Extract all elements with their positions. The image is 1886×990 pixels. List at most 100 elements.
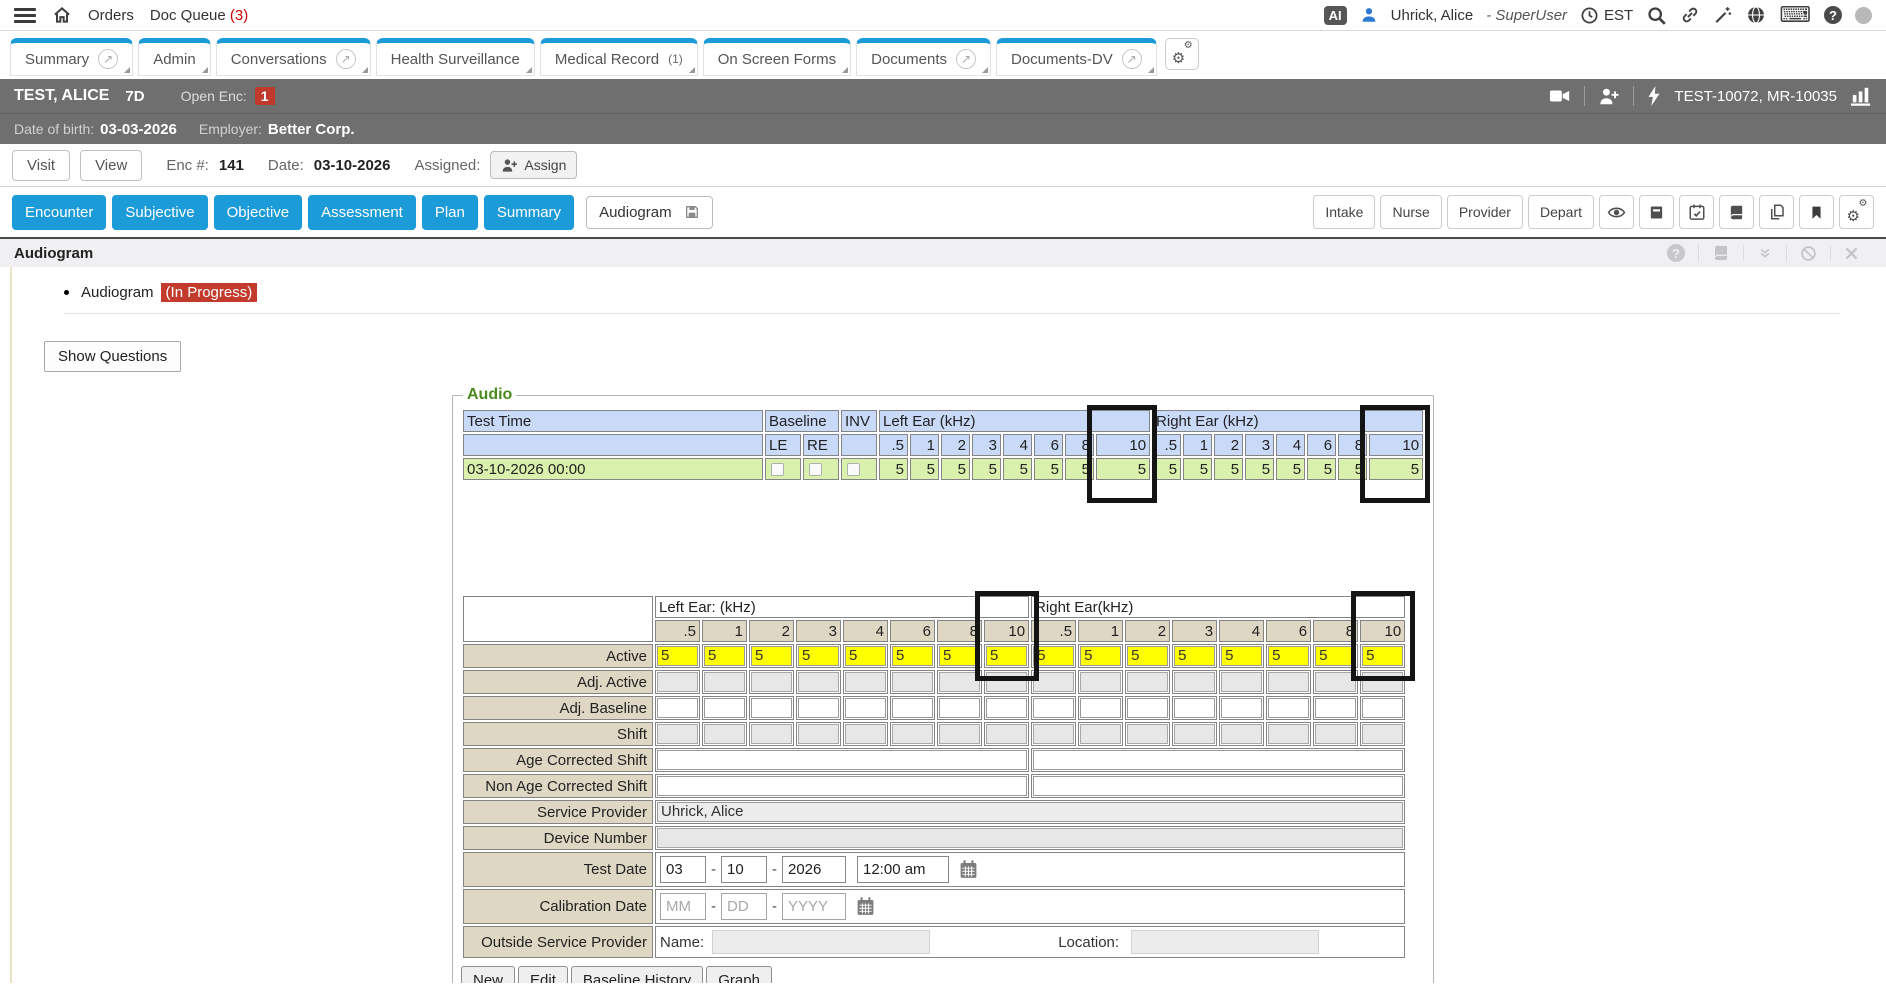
soap-tab-summary[interactable]: Summary <box>484 195 574 230</box>
archive-button[interactable] <box>1639 195 1674 229</box>
baseline-history-button[interactable]: Baseline History <box>571 966 703 983</box>
section-book-button[interactable] <box>1698 244 1743 262</box>
test-date-month-input[interactable] <box>660 856 706 883</box>
visit-button[interactable]: Visit <box>12 150 70 181</box>
active-right-input-.5[interactable]: 5 <box>1033 646 1074 666</box>
inv-checkbox[interactable] <box>847 463 860 476</box>
chart-icon[interactable] <box>1850 86 1872 106</box>
calendar-icon[interactable] <box>958 859 979 880</box>
button-provider[interactable]: Provider <box>1447 195 1523 229</box>
nav-doc-queue[interactable]: Doc Queue (3) <box>150 7 248 24</box>
active-right-input-3[interactable]: 5 <box>1174 646 1215 666</box>
outside-name-input[interactable] <box>712 930 930 954</box>
lightning-icon[interactable] <box>1647 86 1661 106</box>
save-icon[interactable] <box>684 204 700 220</box>
graph-button[interactable]: Graph <box>706 966 772 983</box>
new-button[interactable]: New <box>461 966 515 983</box>
popout-icon[interactable]: ↗ <box>956 49 976 69</box>
outside-location-input[interactable] <box>1131 930 1319 954</box>
test-date-day-input[interactable] <box>721 856 767 883</box>
baseline-le-checkbox[interactable] <box>771 463 784 476</box>
adj-baseline-left-input-3[interactable] <box>798 698 839 718</box>
show-questions-button[interactable]: Show Questions <box>44 341 181 372</box>
adj-baseline-left-input-2[interactable] <box>751 698 792 718</box>
settings-button[interactable]: ⚙⚙ <box>1839 195 1874 229</box>
active-right-input-8[interactable]: 5 <box>1315 646 1356 666</box>
active-left-input-4[interactable]: 5 <box>845 646 886 666</box>
test-time-value[interactable]: 03-10-2026 00:00 <box>463 458 763 480</box>
adj-baseline-right-input-3[interactable] <box>1174 698 1215 718</box>
section-close-button[interactable] <box>1830 246 1872 261</box>
timezone[interactable]: EST <box>1580 6 1633 25</box>
preview-button[interactable] <box>1599 195 1634 229</box>
adj-baseline-right-input-6[interactable] <box>1268 698 1309 718</box>
active-left-input-10[interactable]: 5 <box>986 646 1027 666</box>
active-right-input-2[interactable]: 5 <box>1127 646 1168 666</box>
home-icon[interactable] <box>52 5 72 25</box>
settings-tabs-button[interactable]: ⚙⚙ <box>1165 38 1199 70</box>
nav-orders[interactable]: Orders <box>88 7 134 24</box>
active-right-input-6[interactable]: 5 <box>1268 646 1309 666</box>
section-collapse-button[interactable] <box>1743 245 1786 261</box>
menu-icon[interactable] <box>14 5 36 26</box>
calibration-month-input[interactable] <box>660 893 706 920</box>
soap-tab-objective[interactable]: Objective <box>214 195 303 230</box>
active-left-input-.5[interactable]: 5 <box>657 646 698 666</box>
adj-baseline-left-input-6[interactable] <box>892 698 933 718</box>
popout-icon[interactable]: ↗ <box>1122 49 1142 69</box>
main-tab-medical-record[interactable]: Medical Record(1) <box>540 38 698 76</box>
globe-icon[interactable] <box>1746 5 1766 25</box>
button-intake[interactable]: Intake <box>1313 195 1375 229</box>
adj-baseline-left-input-.5[interactable] <box>657 698 698 718</box>
audiogram-list-item[interactable]: Audiogram (In Progress) <box>64 283 1886 302</box>
keyboard-icon[interactable]: ⌨ <box>1779 4 1811 26</box>
help-icon[interactable]: ? <box>1824 6 1842 24</box>
baseline-re-checkbox[interactable] <box>809 463 822 476</box>
adj-baseline-right-input-8[interactable] <box>1315 698 1356 718</box>
test-date-year-input[interactable] <box>782 856 846 883</box>
user-name[interactable]: Uhrick, Alice <box>1391 7 1474 24</box>
active-left-input-1[interactable]: 5 <box>704 646 745 666</box>
adj-baseline-right-input-2[interactable] <box>1127 698 1168 718</box>
test-time-input[interactable] <box>857 856 949 883</box>
main-tab-conversations[interactable]: Conversations↗ <box>216 38 371 76</box>
active-right-input-1[interactable]: 5 <box>1080 646 1121 666</box>
calibration-year-input[interactable] <box>782 893 846 920</box>
active-left-input-3[interactable]: 5 <box>798 646 839 666</box>
open-enc-badge[interactable]: 1 <box>255 87 275 105</box>
adj-baseline-right-input-1[interactable] <box>1080 698 1121 718</box>
popout-icon[interactable]: ↗ <box>336 49 356 69</box>
chart-book-button[interactable] <box>1719 195 1754 229</box>
bookmark-button[interactable] <box>1799 195 1834 229</box>
adj-baseline-right-input-4[interactable] <box>1221 698 1262 718</box>
active-left-input-6[interactable]: 5 <box>892 646 933 666</box>
assign-button[interactable]: Assign <box>490 151 577 179</box>
active-left-input-2[interactable]: 5 <box>751 646 792 666</box>
active-right-input-10[interactable]: 5 <box>1362 646 1403 666</box>
edit-button[interactable]: Edit <box>518 966 568 983</box>
adj-baseline-left-input-4[interactable] <box>845 698 886 718</box>
adj-baseline-right-input-.5[interactable] <box>1033 698 1074 718</box>
calendar-icon[interactable] <box>855 896 876 917</box>
ai-badge[interactable]: AI <box>1324 6 1347 25</box>
calibration-day-input[interactable] <box>721 893 767 920</box>
video-camera-icon[interactable] <box>1549 87 1571 105</box>
button-nurse[interactable]: Nurse <box>1380 195 1441 229</box>
adj-baseline-right-input-10[interactable] <box>1362 698 1403 718</box>
schedule-button[interactable] <box>1679 195 1714 229</box>
button-depart[interactable]: Depart <box>1528 195 1594 229</box>
adj-baseline-left-input-10[interactable] <box>986 698 1027 718</box>
active-left-input-8[interactable]: 5 <box>939 646 980 666</box>
section-cancel-button[interactable] <box>1786 245 1830 262</box>
section-help-button[interactable]: ? <box>1654 244 1698 262</box>
active-right-input-4[interactable]: 5 <box>1221 646 1262 666</box>
person-add-icon[interactable] <box>1598 87 1620 106</box>
soap-tab-encounter[interactable]: Encounter <box>12 195 106 230</box>
wand-icon[interactable] <box>1713 5 1733 25</box>
search-icon[interactable] <box>1646 5 1667 26</box>
main-tab-on-screen-forms[interactable]: On Screen Forms <box>703 38 851 76</box>
view-button[interactable]: View <box>80 150 142 181</box>
main-tab-documents-dv[interactable]: Documents-DV↗ <box>996 38 1157 76</box>
soap-tab-assessment[interactable]: Assessment <box>308 195 416 230</box>
soap-tab-plan[interactable]: Plan <box>422 195 478 230</box>
